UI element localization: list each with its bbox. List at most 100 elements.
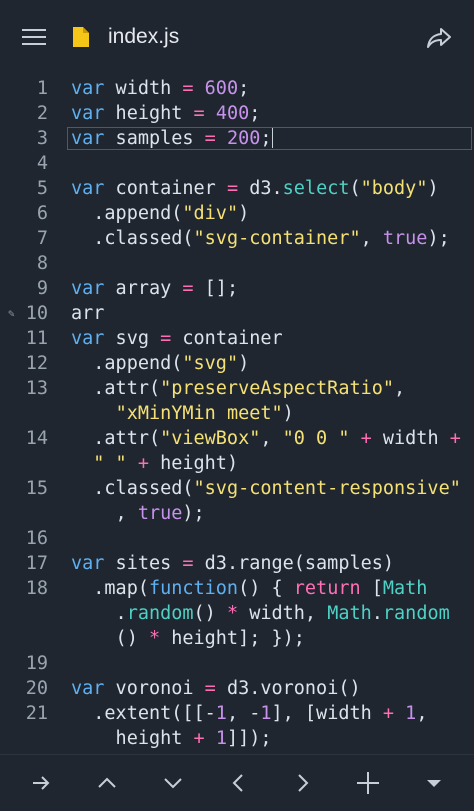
code-token: sites xyxy=(104,553,183,574)
code-token: = xyxy=(182,278,194,299)
code-token: width xyxy=(371,428,450,449)
code-line[interactable]: 7 .classed("svg-container", true); xyxy=(0,226,474,251)
code-token: .classed( xyxy=(71,228,194,249)
code-token: .classed( xyxy=(71,478,194,499)
code-token: = xyxy=(193,103,205,124)
code-token: "svg" xyxy=(182,353,239,374)
code-token: , - xyxy=(226,703,261,724)
code-text: var svg = container xyxy=(71,326,283,351)
code-line[interactable]: 18 .map(function() { return [Math xyxy=(0,576,474,601)
code-editor[interactable]: 1 var width = 600; 2 var height = 400; 3 var … xyxy=(0,74,474,754)
code-token: = xyxy=(182,553,194,574)
code-token: .append( xyxy=(71,353,183,374)
code-token: " " xyxy=(93,453,127,474)
code-token: height) xyxy=(148,453,239,474)
plus-icon[interactable] xyxy=(354,769,382,797)
gutter-edit-icon: ✎ xyxy=(8,307,15,320)
code-line[interactable]: () * height]; }); xyxy=(0,626,474,651)
code-token: true xyxy=(382,228,428,249)
code-token: var xyxy=(71,553,105,574)
code-text: () * height]; }); xyxy=(71,626,305,651)
share-icon[interactable] xyxy=(426,26,452,50)
code-line[interactable]: 16 xyxy=(0,526,474,551)
code-text: .classed("svg-container", true); xyxy=(71,226,449,251)
code-token: append( xyxy=(104,203,183,224)
code-token: "viewBox" xyxy=(160,428,261,449)
code-token: .map( xyxy=(71,578,149,599)
code-token: () xyxy=(193,603,227,624)
code-token: + xyxy=(193,728,205,749)
code-token: width xyxy=(104,78,183,99)
code-line[interactable]: 14 .attr("viewBox", "0 0 " + width + xyxy=(0,426,474,451)
code-text: .append("svg") xyxy=(71,351,249,376)
code-line[interactable]: 11 var svg = container xyxy=(0,326,474,351)
line-number: 19 xyxy=(25,653,48,674)
code-text: height + 1]]); xyxy=(71,726,272,751)
code-line[interactable]: " " + height) xyxy=(0,451,474,476)
code-text: var voronoi = d3.voronoi() xyxy=(71,676,361,701)
code-line[interactable]: , true); xyxy=(0,501,474,526)
code-line[interactable]: 12 .append("svg") xyxy=(0,351,474,376)
code-text: .attr("preserveAspectRatio", xyxy=(71,376,405,401)
code-text: var width = 600; xyxy=(71,76,249,101)
code-line[interactable]: 3 var samples = 200; xyxy=(0,126,474,151)
code-token: .attr( xyxy=(71,378,161,399)
line-number: 7 xyxy=(36,228,48,249)
code-token: + xyxy=(137,453,149,474)
line-number: 4 xyxy=(36,153,48,174)
code-line[interactable]: 21 .extent([[-1, -1], [width + 1, xyxy=(0,701,474,726)
line-number: 6 xyxy=(36,203,48,224)
code-line[interactable]: "xMinYMin meet") xyxy=(0,401,474,426)
code-token: ; xyxy=(260,128,272,149)
chevron-up-icon[interactable] xyxy=(93,769,121,797)
chevron-left-icon[interactable] xyxy=(224,769,252,797)
code-line[interactable]: .random() * width, Math.random xyxy=(0,601,474,626)
code-token: . xyxy=(71,603,127,624)
chevron-right-icon[interactable] xyxy=(289,769,317,797)
code-line[interactable]: 17 var sites = d3.range(samples) xyxy=(0,551,474,576)
code-line[interactable]: 10 arr ✎ xyxy=(0,301,474,326)
code-line[interactable]: 6 .append("div") xyxy=(0,201,474,226)
line-number: 3 xyxy=(36,128,48,149)
hamburger-icon[interactable] xyxy=(22,27,46,47)
code-token: d3. xyxy=(238,178,283,199)
arrow-right-icon[interactable] xyxy=(27,769,55,797)
code-token: d3.range(samples) xyxy=(193,553,395,574)
code-line[interactable]: 4 xyxy=(0,151,474,176)
line-number: 20 xyxy=(25,678,48,699)
code-token: random xyxy=(382,603,450,624)
code-text: var samples = 200; xyxy=(71,126,273,151)
app-header: index.js xyxy=(0,0,474,74)
line-number: 18 xyxy=(25,578,48,599)
code-token: random xyxy=(126,603,194,624)
code-line[interactable]: 1 var width = 600; xyxy=(0,76,474,101)
code-token: select xyxy=(282,178,350,199)
code-line[interactable]: 13 .attr("preserveAspectRatio", xyxy=(0,376,474,401)
line-number: 17 xyxy=(25,553,48,574)
line-number: 21 xyxy=(25,703,48,724)
code-token: height xyxy=(104,103,194,124)
code-token: height]; }); xyxy=(160,628,305,649)
code-token: . xyxy=(71,203,105,224)
code-token: + xyxy=(360,428,372,449)
code-token: ); xyxy=(182,503,205,524)
code-token: var xyxy=(71,278,105,299)
code-token: return xyxy=(293,578,361,599)
code-line[interactable]: 2 var height = 400; xyxy=(0,101,474,126)
code-line[interactable]: 20 var voronoi = d3.voronoi() xyxy=(0,676,474,701)
code-line[interactable]: 5 var container = d3.select("body") xyxy=(0,176,474,201)
chevron-down-icon[interactable] xyxy=(159,769,187,797)
code-line[interactable]: height + 1]]); xyxy=(0,726,474,751)
code-token: svg xyxy=(104,328,161,349)
code-token: ( xyxy=(349,178,361,199)
caret-down-icon[interactable] xyxy=(420,769,448,797)
code-line[interactable]: 15 .classed("svg-content-responsive" xyxy=(0,476,474,501)
code-line[interactable]: 19 xyxy=(0,651,474,676)
code-text: .extent([[-1, -1], [width + 1, xyxy=(71,701,427,726)
code-line[interactable]: 9 var array = []; xyxy=(0,276,474,301)
code-token: , xyxy=(360,228,383,249)
code-token: var xyxy=(71,178,105,199)
code-line[interactable]: 8 xyxy=(0,251,474,276)
line-number: 12 xyxy=(25,353,48,374)
code-token: Math xyxy=(327,603,372,624)
